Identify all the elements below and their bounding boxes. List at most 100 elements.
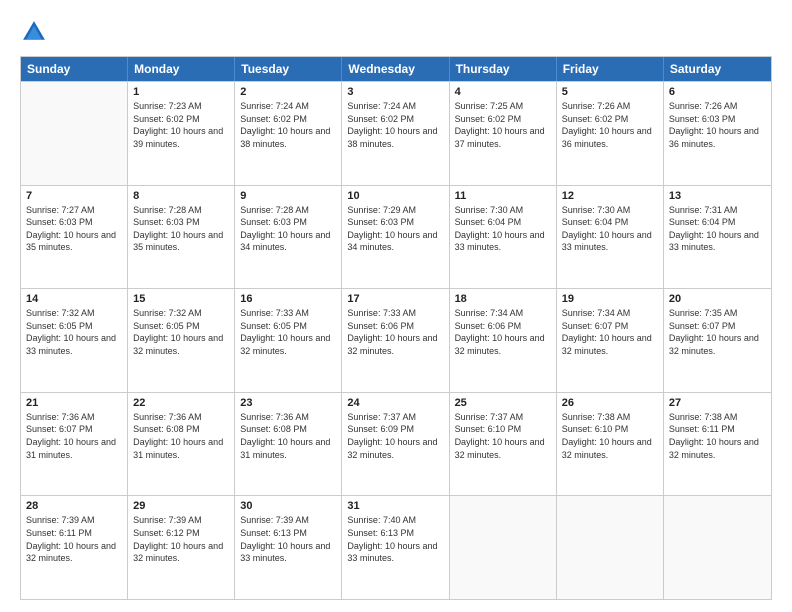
- daylight-label: Daylight: 10 hours and 36 minutes.: [562, 126, 652, 149]
- sunset-label: Sunset: 6:02 PM: [133, 114, 200, 124]
- day-info: Sunrise: 7:24 AMSunset: 6:02 PMDaylight:…: [347, 100, 443, 150]
- sunset-label: Sunset: 6:03 PM: [26, 217, 93, 227]
- day-cell-1: 1Sunrise: 7:23 AMSunset: 6:02 PMDaylight…: [128, 82, 235, 185]
- daylight-label: Daylight: 10 hours and 34 minutes.: [347, 230, 437, 253]
- sunrise-label: Sunrise: 7:33 AM: [240, 308, 309, 318]
- sunrise-label: Sunrise: 7:29 AM: [347, 205, 416, 215]
- day-cell-5: 5Sunrise: 7:26 AMSunset: 6:02 PMDaylight…: [557, 82, 664, 185]
- sunset-label: Sunset: 6:02 PM: [562, 114, 629, 124]
- sunrise-label: Sunrise: 7:36 AM: [26, 412, 95, 422]
- sunset-label: Sunset: 6:03 PM: [240, 217, 307, 227]
- day-cell-3: 3Sunrise: 7:24 AMSunset: 6:02 PMDaylight…: [342, 82, 449, 185]
- weekday-header-monday: Monday: [128, 57, 235, 81]
- day-number: 1: [133, 86, 229, 98]
- sunset-label: Sunset: 6:06 PM: [347, 321, 414, 331]
- sunset-label: Sunset: 6:11 PM: [26, 528, 92, 538]
- day-cell-29: 29Sunrise: 7:39 AMSunset: 6:12 PMDayligh…: [128, 496, 235, 599]
- sunrise-label: Sunrise: 7:39 AM: [133, 515, 202, 525]
- empty-cell: [21, 82, 128, 185]
- day-info: Sunrise: 7:36 AMSunset: 6:08 PMDaylight:…: [240, 411, 336, 461]
- day-number: 5: [562, 86, 658, 98]
- day-info: Sunrise: 7:39 AMSunset: 6:11 PMDaylight:…: [26, 514, 122, 564]
- day-cell-28: 28 Sunrise: 7:39 AMSunset: 6:11 PMDayligh…: [21, 496, 128, 599]
- day-info: Sunrise: 7:39 AMSunset: 6:12 PMDaylight:…: [133, 514, 229, 564]
- sunrise-label: Sunrise: 7:34 AM: [562, 308, 631, 318]
- day-number: 16: [240, 293, 336, 305]
- calendar-header: SundayMondayTuesdayWednesdayThursdayFrid…: [21, 57, 771, 81]
- day-cell-12: 12Sunrise: 7:30 AMSunset: 6:04 PMDayligh…: [557, 186, 664, 289]
- logo-icon: [20, 18, 48, 46]
- sunset-label: Sunset: 6:03 PM: [347, 217, 414, 227]
- sunset-label: Sunset: 6:02 PM: [240, 114, 307, 124]
- day-info: Sunrise: 7:30 AMSunset: 6:04 PMDaylight:…: [455, 204, 551, 254]
- day-cell-23: 23 Sunrise: 7:36 AMSunset: 6:08 PMDayligh…: [235, 393, 342, 496]
- day-number: 21: [26, 397, 122, 409]
- sunrise-label: Sunrise: 7:28 AM: [240, 205, 309, 215]
- day-number: 27: [669, 397, 766, 409]
- sunset-label: Sunset: 6:07 PM: [562, 321, 629, 331]
- day-cell-10: 10 Sunrise: 7:29 AM Sunset: 6:03 PM Dayligh…: [342, 186, 449, 289]
- day-number: 23: [240, 397, 336, 409]
- sunrise-label: Sunrise: 7:35 AM: [669, 308, 738, 318]
- sunrise-label: Sunrise: 7:26 AM: [669, 101, 738, 111]
- calendar-row-3: 14Sunrise: 7:32 AMSunset: 6:05 PMDayligh…: [21, 288, 771, 392]
- day-number: 17: [347, 293, 443, 305]
- weekday-header-wednesday: Wednesday: [342, 57, 449, 81]
- day-info: Sunrise: 7:34 AM Sunset: 6:07 PM Daylight:…: [562, 307, 658, 357]
- day-number: 9: [240, 190, 336, 202]
- day-cell-22: 22Sunrise: 7:36 AMSunset: 6:08 PMDayligh…: [128, 393, 235, 496]
- day-cell-19: 19 Sunrise: 7:34 AM Sunset: 6:07 PM Dayligh…: [557, 289, 664, 392]
- day-number: 28: [26, 500, 122, 512]
- day-cell-27: 27Sunrise: 7:38 AMSunset: 6:11 PMDayligh…: [664, 393, 771, 496]
- day-cell-25: 25Sunrise: 7:37 AMSunset: 6:10 PMDayligh…: [450, 393, 557, 496]
- day-number: 26: [562, 397, 658, 409]
- daylight-label: Daylight: 10 hours and 32 minutes.: [562, 333, 652, 356]
- daylight-label: Daylight: 10 hours and 34 minutes.: [240, 230, 330, 253]
- day-info: Sunrise: 7:23 AMSunset: 6:02 PMDaylight:…: [133, 100, 229, 150]
- calendar-row-5: 28Sunrise: 7:39 AMSunset: 6:11 PMDayligh…: [21, 495, 771, 599]
- day-info: Sunrise: 7:32 AMSunset: 6:05 PMDaylight:…: [26, 307, 122, 357]
- daylight-label: Daylight: 10 hours and 32 minutes.: [347, 333, 437, 356]
- sunrise-label: Sunrise: 7:37 AM: [455, 412, 524, 422]
- sunrise-label: Sunrise: 7:33 AM: [347, 308, 416, 318]
- sunset-label: Sunset: 6:11 PM: [669, 424, 735, 434]
- day-cell-30: 30Sunrise: 7:39 AMSunset: 6:13 PMDayligh…: [235, 496, 342, 599]
- day-number: 18: [455, 293, 551, 305]
- empty-cell: [557, 496, 664, 599]
- daylight-label: Daylight: 10 hours and 36 minutes.: [669, 126, 759, 149]
- daylight-label: Daylight: 10 hours and 33 minutes.: [26, 333, 116, 356]
- weekday-header-sunday: Sunday: [21, 57, 128, 81]
- day-number: 2: [240, 86, 336, 98]
- sunrise-label: Sunrise: 7:32 AM: [133, 308, 202, 318]
- day-info: Sunrise: 7:38 AMSunset: 6:10 PMDaylight:…: [562, 411, 658, 461]
- daylight-label: Daylight: 10 hours and 32 minutes.: [455, 437, 545, 460]
- day-info: Sunrise: 7:31 AMSunset: 6:04 PMDaylight:…: [669, 204, 766, 254]
- daylight-label: Daylight: 10 hours and 32 minutes.: [26, 541, 116, 564]
- day-info: Sunrise: 7:24 AM Sunset: 6:02 PM Daylight:…: [240, 100, 336, 150]
- day-number: 19: [562, 293, 658, 305]
- daylight-label: Daylight: 10 hours and 31 minutes.: [26, 437, 116, 460]
- day-cell-13: 13 Sunrise: 7:31 AMSunset: 6:04 PMDayligh…: [664, 186, 771, 289]
- day-number: 4: [455, 86, 551, 98]
- day-info: Sunrise: 7:26 AMSunset: 6:03 PMDaylight:…: [669, 100, 766, 150]
- weekday-header-tuesday: Tuesday: [235, 57, 342, 81]
- sunrise-label: Sunrise: 7:24 AM: [240, 101, 309, 111]
- page: SundayMondayTuesdayWednesdayThursdayFrid…: [0, 0, 792, 612]
- day-info: Sunrise: 7:25 AMSunset: 6:02 PMDaylight:…: [455, 100, 551, 150]
- sunset-label: Sunset: 6:05 PM: [26, 321, 93, 331]
- day-number: 10: [347, 190, 443, 202]
- day-number: 25: [455, 397, 551, 409]
- sunset-label: Sunset: 6:09 PM: [347, 424, 414, 434]
- sunset-label: Sunset: 6:13 PM: [347, 528, 414, 538]
- daylight-label: Daylight: 10 hours and 38 minutes.: [240, 126, 330, 149]
- daylight-label: Daylight: 10 hours and 32 minutes.: [133, 541, 223, 564]
- day-number: 13: [669, 190, 766, 202]
- day-number: 8: [133, 190, 229, 202]
- day-cell-16: 16Sunrise: 7:33 AMSunset: 6:05 PMDayligh…: [235, 289, 342, 392]
- sunrise-label: Sunrise: 7:38 AM: [669, 412, 738, 422]
- day-cell-15: 15Sunrise: 7:32 AMSunset: 6:05 PMDayligh…: [128, 289, 235, 392]
- sunrise-label: Sunrise: 7:27 AM: [26, 205, 95, 215]
- day-info: Sunrise: 7:30 AMSunset: 6:04 PMDaylight:…: [562, 204, 658, 254]
- header: [20, 18, 772, 46]
- sunrise-label: Sunrise: 7:23 AM: [133, 101, 202, 111]
